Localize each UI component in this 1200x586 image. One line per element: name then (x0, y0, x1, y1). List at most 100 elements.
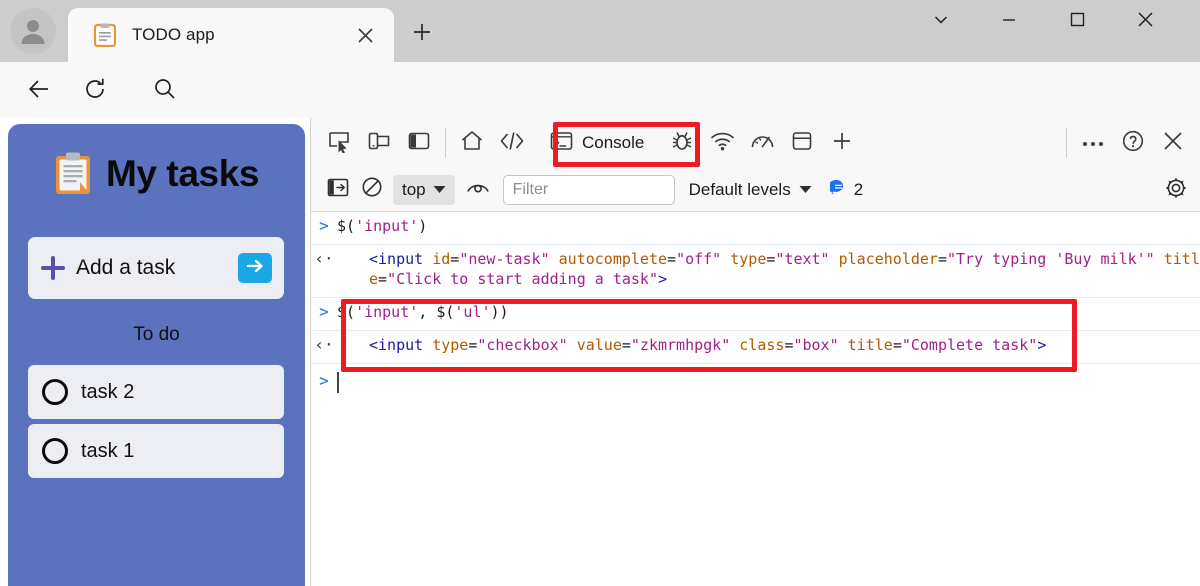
console-prompt-gutter: > (319, 370, 329, 390)
help-question-icon (1121, 129, 1145, 158)
chevron-down-icon (933, 12, 949, 33)
tab-performance[interactable] (742, 123, 782, 163)
ellipsis-icon (1082, 134, 1104, 152)
gear-icon (1164, 176, 1188, 205)
account-avatar-icon (17, 15, 49, 47)
devtools-overflow-button[interactable] (1073, 123, 1113, 163)
new-tab-button[interactable] (404, 16, 440, 52)
console-gutter: > (319, 301, 329, 321)
text-caret (337, 371, 339, 393)
application-storage-icon (791, 130, 813, 157)
todo-app-panel: My tasks Add a task To do task 2 task 1 (8, 124, 305, 586)
console-entry-code: $('input', $('ul')) (337, 302, 509, 321)
message-bubble-icon (827, 179, 847, 201)
task-label: task 1 (81, 439, 135, 462)
plus-icon (40, 255, 66, 281)
console-entry-code: <input type="checkbox" value="zkmrmhpgk"… (369, 335, 1047, 354)
browser-window: TODO app My tasks Add a task To do task … (0, 0, 1200, 586)
log-levels-label: Default levels (688, 179, 791, 199)
console-entry-input[interactable]: > $('input') (311, 212, 1200, 245)
todo-app-header: My tasks (8, 152, 305, 196)
back-arrow-icon (27, 77, 51, 106)
window-minimize-button[interactable] (986, 5, 1032, 39)
circle-unchecked-icon[interactable] (42, 379, 68, 405)
add-task-input[interactable]: Add a task (28, 237, 284, 299)
devtools-home-button[interactable] (452, 123, 492, 163)
console-prompt-input[interactable] (337, 367, 1200, 402)
log-levels-selector[interactable]: Default levels (689, 180, 812, 200)
task-label: task 2 (81, 380, 135, 403)
device-emulation-button[interactable] (359, 123, 399, 163)
tab-sources[interactable] (662, 123, 702, 163)
search-button[interactable] (145, 72, 183, 110)
console-entry-code: <input id="new-task" autocomplete="off" … (369, 249, 1200, 288)
toolbar-divider-right (1066, 128, 1067, 158)
network-wifi-icon (710, 130, 735, 157)
devtools-toolbar: Console (311, 118, 1200, 168)
window-maximize-button[interactable] (1054, 5, 1100, 39)
navigation-bar: microsoftedge.github.io/Demos/demo-to-do… (0, 62, 1200, 174)
tab-console-label: Console (582, 133, 645, 152)
plus-icon (412, 22, 432, 47)
more-tools-button[interactable] (822, 123, 862, 163)
reload-icon (83, 77, 107, 106)
tab-close-button[interactable] (350, 20, 380, 50)
tab-elements[interactable] (492, 123, 532, 163)
inspect-element-button[interactable] (319, 123, 359, 163)
console-output[interactable]: > $('input') ‹· <input id="new-task" aut… (311, 212, 1200, 586)
dock-side-icon (407, 129, 431, 158)
circle-unchecked-icon[interactable] (42, 438, 68, 464)
add-task-placeholder: Add a task (76, 256, 176, 279)
console-entry-input[interactable]: > $('input', $('ul')) (311, 298, 1200, 331)
clear-console-icon (361, 176, 383, 203)
sources-bug-icon (670, 129, 694, 158)
eye-live-expression-icon (466, 179, 490, 200)
search-icon (153, 77, 176, 105)
tab-strip: TODO app (0, 0, 1200, 62)
inspect-element-icon (327, 129, 351, 158)
close-icon (1162, 130, 1184, 157)
dock-side-button[interactable] (399, 123, 439, 163)
tab-application[interactable] (782, 123, 822, 163)
clipboard-favicon (93, 23, 117, 48)
console-entry-output[interactable]: ‹· <input type="checkbox" value="zkmrmhp… (311, 331, 1200, 364)
console-filter-bar: top Filter Default levels 2 (311, 168, 1200, 212)
task-list-item[interactable]: task 2 (28, 365, 284, 419)
tab-console[interactable]: Console (538, 123, 656, 163)
devtools-close-button[interactable] (1153, 123, 1193, 163)
browser-tab[interactable]: TODO app (68, 8, 394, 62)
console-entry-code: $('input') (337, 217, 428, 235)
window-close-button[interactable] (1122, 5, 1168, 39)
console-prompt[interactable]: > (311, 364, 1200, 402)
reload-button[interactable] (76, 72, 114, 110)
tab-title: TODO app (132, 25, 215, 44)
minimize-icon (1001, 12, 1017, 33)
maximize-icon (1070, 12, 1085, 32)
devtools-help-button[interactable] (1113, 123, 1153, 163)
clear-console-button[interactable] (355, 173, 389, 207)
arrow-right-icon (246, 258, 265, 279)
performance-gauge-icon (750, 130, 775, 157)
js-context-selector[interactable]: top (393, 174, 455, 205)
console-gutter: > (319, 216, 329, 235)
submit-task-button[interactable] (238, 253, 272, 283)
console-entry-output[interactable]: ‹· <input id="new-task" autocomplete="of… (311, 245, 1200, 298)
live-expression-button[interactable] (461, 173, 495, 207)
tab-actions-button[interactable] (918, 5, 964, 39)
chevron-down-icon (799, 181, 812, 199)
task-list-item[interactable]: task 1 (28, 424, 284, 478)
console-filter-input[interactable]: Filter (502, 174, 675, 205)
clipboard-icon (54, 152, 92, 196)
console-sidebar-toggle[interactable] (321, 173, 355, 207)
message-count-badge[interactable]: 2 (827, 179, 864, 201)
console-filter-placeholder: Filter (512, 180, 549, 198)
back-button[interactable] (20, 72, 58, 110)
devtools-settings-button[interactable] (1159, 173, 1193, 207)
profile-button[interactable] (10, 8, 56, 54)
tab-network[interactable] (702, 123, 742, 163)
toolbar-divider (445, 128, 446, 158)
message-count-value: 2 (853, 179, 864, 199)
console-terminal-icon (550, 131, 573, 156)
close-icon (1137, 11, 1154, 33)
home-icon (460, 129, 484, 158)
